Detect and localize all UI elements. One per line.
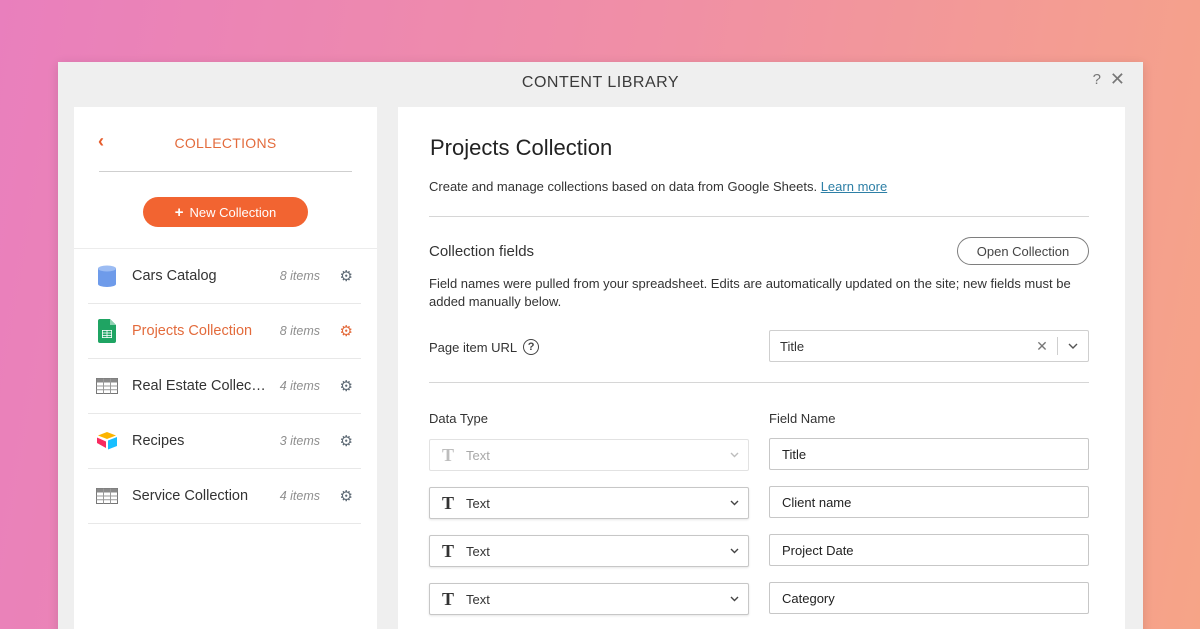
help-circle-icon[interactable]: ?: [523, 339, 540, 355]
chevron-down-icon[interactable]: [720, 497, 748, 509]
open-collection-button[interactable]: Open Collection: [957, 237, 1089, 265]
text-type-icon: T: [441, 588, 454, 609]
collection-count: 3 items: [279, 434, 320, 448]
data-type-value: Text: [466, 591, 490, 607]
collection-name: Cars Catalog: [132, 268, 217, 284]
field-name-input[interactable]: Category: [769, 582, 1089, 614]
page-item-url-value: Title: [780, 338, 805, 354]
help-icon[interactable]: ?: [1093, 71, 1101, 88]
data-type-select[interactable]: T Text: [429, 487, 749, 519]
collection-name: Projects Collection: [132, 323, 253, 339]
collection-name: Real Estate Collec…: [132, 378, 266, 394]
chevron-down-icon[interactable]: [1058, 340, 1088, 352]
page-description-text: Create and manage collections based on d…: [429, 179, 818, 194]
google-sheets-icon: [96, 319, 118, 343]
airtable-icon: [96, 430, 118, 452]
data-type-select[interactable]: T Text: [429, 535, 749, 567]
sidebar-title: COLLECTIONS: [174, 135, 277, 151]
collection-item-cars-catalog[interactable]: Cars Catalog 8 items ⚙: [88, 249, 361, 304]
collection-count: 8 items: [279, 269, 320, 283]
field-name-input[interactable]: Client name: [769, 486, 1089, 518]
learn-more-link[interactable]: Learn more: [821, 179, 887, 194]
collection-name: Recipes: [132, 433, 185, 449]
collection-count: 4 items: [279, 489, 320, 503]
page-item-url-label: Page item URL ?: [429, 339, 540, 355]
sidebar-divider: [99, 171, 352, 172]
page-item-url-text: Page item URL: [429, 339, 518, 355]
collection-detail-panel: Projects Collection Create and manage co…: [398, 107, 1125, 629]
data-type-select[interactable]: T Text: [429, 583, 749, 615]
chevron-down-icon[interactable]: [720, 545, 748, 557]
table-icon: [96, 485, 118, 507]
field-name-input[interactable]: Project Date: [769, 534, 1089, 566]
chevron-down-icon: [720, 449, 748, 461]
collection-fields-description: Field names were pulled from your spread…: [429, 276, 1071, 309]
new-collection-button[interactable]: + New Collection: [143, 197, 308, 227]
field-name-input[interactable]: Title: [769, 438, 1089, 470]
database-icon: [96, 265, 118, 287]
collections-sidebar: ‹ COLLECTIONS + New Collection Cars Cata…: [74, 107, 377, 629]
page-title: Projects Collection: [430, 135, 613, 160]
clear-icon[interactable]: ✕: [1027, 338, 1057, 355]
divider: [429, 216, 1089, 217]
collection-count: 8 items: [279, 324, 320, 338]
collection-fields-title: Collection fields: [429, 243, 535, 260]
divider: [429, 382, 1089, 383]
data-type-value: Text: [466, 447, 490, 463]
collection-item-recipes[interactable]: Recipes 3 items ⚙: [88, 414, 361, 469]
collection-item-service-collection[interactable]: Service Collection 4 items ⚙: [88, 469, 361, 524]
collection-name: Service Collection: [132, 488, 249, 504]
page-description: Create and manage collections based on d…: [429, 179, 887, 194]
data-type-value: Text: [466, 543, 490, 559]
collection-item-projects-collection[interactable]: Projects Collection 8 items ⚙: [88, 304, 361, 359]
page-item-url-select[interactable]: Title ✕: [769, 330, 1089, 362]
content-library-window: CONTENT LIBRARY ? ✕ ‹ COLLECTIONS + New …: [58, 62, 1143, 629]
gear-icon[interactable]: ⚙: [340, 267, 353, 285]
text-type-icon: T: [441, 444, 454, 465]
gear-icon[interactable]: ⚙: [340, 432, 353, 450]
gear-icon[interactable]: ⚙: [340, 322, 353, 340]
data-type-select: T Text: [429, 439, 749, 471]
chevron-down-icon[interactable]: [720, 593, 748, 605]
collection-count: 4 items: [279, 379, 320, 393]
gear-icon[interactable]: ⚙: [340, 487, 353, 505]
new-collection-label: New Collection: [189, 204, 277, 220]
collection-item-real-estate[interactable]: Real Estate Collec… 4 items ⚙: [88, 359, 361, 414]
plus-icon: +: [174, 203, 184, 221]
data-type-value: Text: [466, 495, 490, 511]
data-type-header: Data Type: [429, 411, 489, 426]
text-type-icon: T: [441, 492, 454, 513]
collection-list: Cars Catalog 8 items ⚙ Projects Collecti…: [74, 248, 377, 524]
text-type-icon: T: [441, 540, 454, 561]
field-name-header: Field Name: [769, 411, 836, 426]
gear-icon[interactable]: ⚙: [340, 377, 353, 395]
window-title: CONTENT LIBRARY: [521, 74, 680, 91]
table-icon: [96, 375, 118, 397]
close-icon[interactable]: ✕: [1110, 69, 1125, 90]
